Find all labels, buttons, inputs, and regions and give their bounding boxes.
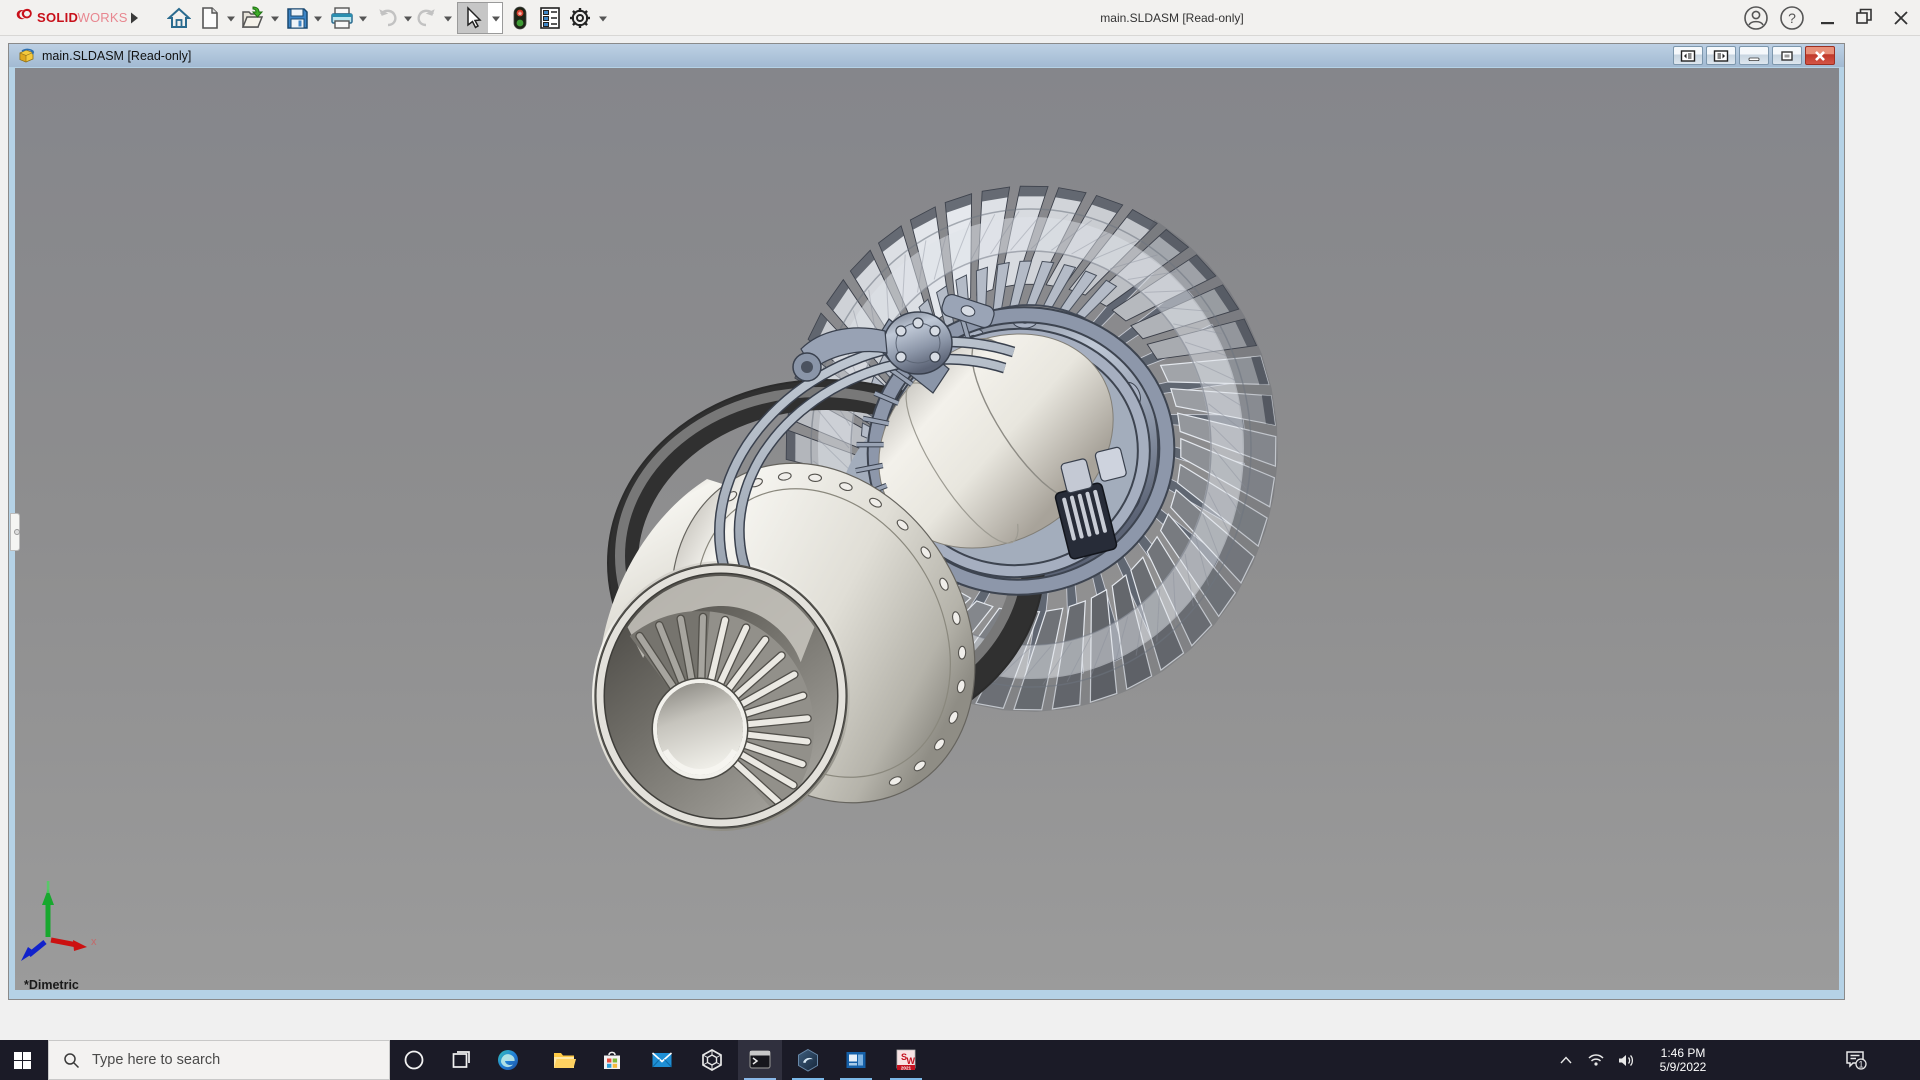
svg-text:W: W xyxy=(907,1056,916,1066)
svg-text:1: 1 xyxy=(1858,1060,1863,1070)
svg-text:?: ? xyxy=(1788,10,1796,26)
svg-text:SOLID: SOLID xyxy=(37,10,78,25)
svg-text:WORKS: WORKS xyxy=(78,10,128,25)
svg-text:2021: 2021 xyxy=(901,1066,912,1071)
svg-text:x: x xyxy=(91,936,97,948)
